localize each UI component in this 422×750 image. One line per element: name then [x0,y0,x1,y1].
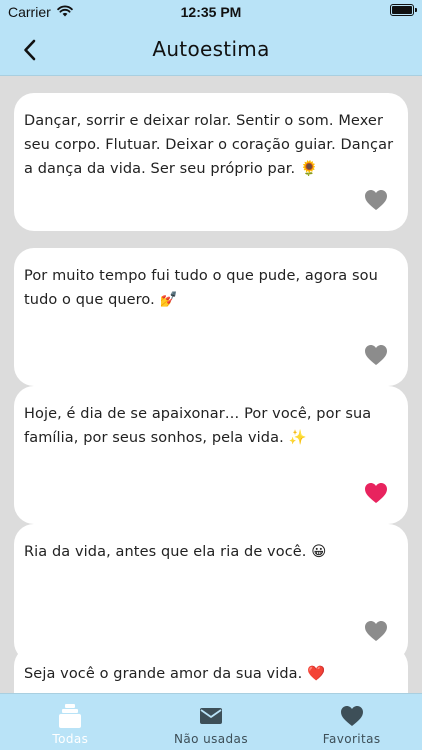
page-title: Autoestima [152,37,270,61]
quote-card[interactable]: Seja você o grande amor da sua vida. ❤️ [14,646,408,693]
quote-card[interactable]: Dançar, sorrir e deixar rolar. Sentir o … [14,93,408,231]
tab-label: Todas [52,732,89,746]
heart-icon[interactable] [364,189,388,211]
cards-icon [59,704,82,728]
heart-icon[interactable] [364,620,388,642]
quote-card[interactable]: Por muito tempo fui tudo o que pude, ago… [14,248,408,386]
navigation-bar: Autoestima [0,24,422,76]
tab-todas[interactable]: Todas [0,694,141,750]
status-time: 12:35 PM [180,4,242,20]
quote-card[interactable]: Hoje, é dia de se apaixonar… Por você, p… [14,386,408,524]
tab-bar: Todas Não usadas Favoritas [0,693,422,750]
envelope-icon [200,708,222,724]
tab-label: Não usadas [174,732,248,746]
tab-label: Favoritas [322,732,381,746]
tab-nao-usadas[interactable]: Não usadas [141,694,282,750]
quote-text: Seja você o grande amor da sua vida. ❤️ [24,666,326,682]
quote-text: Hoje, é dia de se apaixonar… Por você, p… [24,406,372,446]
tab-favoritas[interactable]: Favoritas [281,694,422,750]
status-bar: Carrier 12:35 PM [0,0,422,24]
quote-card[interactable]: Ria da vida, antes que ela ria de você. … [14,524,408,662]
heart-icon[interactable] [364,482,388,504]
battery-icon [390,4,417,16]
quote-text: Ria da vida, antes que ela ria de você. … [24,544,327,560]
quote-text: Dançar, sorrir e deixar rolar. Sentir o … [24,113,394,177]
heart-icon[interactable] [364,344,388,366]
heart-icon [340,706,363,726]
quote-text: Por muito tempo fui tudo o que pude, ago… [24,268,378,308]
quotes-list[interactable]: Dançar, sorrir e deixar rolar. Sentir o … [0,77,422,693]
